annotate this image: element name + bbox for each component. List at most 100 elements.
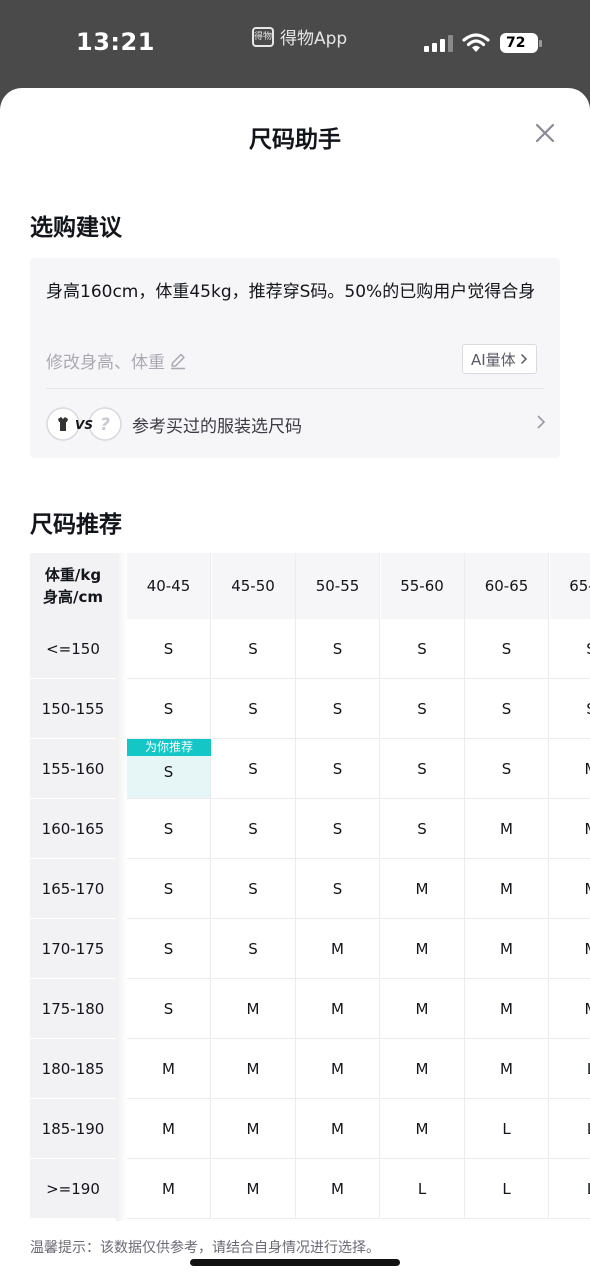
- size-value: M: [162, 1119, 175, 1138]
- size-cell[interactable]: M: [211, 1099, 296, 1159]
- size-cell[interactable]: M: [296, 919, 380, 979]
- size-cell[interactable]: S: [380, 799, 465, 859]
- size-cell[interactable]: M: [380, 979, 465, 1039]
- size-cell[interactable]: S: [211, 679, 296, 739]
- size-cell[interactable]: M: [296, 979, 380, 1039]
- size-cell[interactable]: M: [465, 799, 549, 859]
- size-value: M: [331, 1179, 344, 1198]
- size-cell[interactable]: S: [127, 679, 211, 739]
- size-value: L: [502, 1119, 511, 1138]
- size-cell[interactable]: S: [127, 619, 211, 679]
- size-cell[interactable]: M: [380, 1099, 465, 1159]
- height-row-header: 180-185: [30, 1039, 116, 1099]
- size-cell[interactable]: M: [296, 1039, 380, 1099]
- size-cell[interactable]: L: [465, 1099, 549, 1159]
- app-name: 得物App: [280, 29, 348, 49]
- size-value: S: [332, 819, 343, 838]
- height-axis-label: 身高/cm: [42, 588, 103, 606]
- size-cell[interactable]: L: [549, 1039, 590, 1099]
- status-bar: 13:21 得物 得物App 72: [0, 0, 590, 88]
- size-value: M: [585, 760, 590, 778]
- size-cell[interactable]: M: [211, 1039, 296, 1099]
- size-cell[interactable]: M: [465, 1039, 549, 1099]
- size-cell[interactable]: S: [211, 859, 296, 919]
- size-cell[interactable]: M: [465, 979, 549, 1039]
- size-value: S: [417, 819, 427, 838]
- size-cell[interactable]: M: [549, 859, 590, 919]
- size-cell[interactable]: S: [380, 739, 465, 799]
- weight-column-header: 45-50: [211, 553, 296, 619]
- size-cell[interactable]: M: [549, 739, 590, 799]
- size-value: S: [417, 699, 427, 718]
- size-value: M: [246, 1059, 260, 1078]
- size-cell[interactable]: L: [380, 1159, 465, 1219]
- size-cell[interactable]: M: [296, 1159, 380, 1219]
- size-cell[interactable]: S: [296, 859, 380, 919]
- size-cell[interactable]: M: [296, 1099, 380, 1159]
- size-value: M: [246, 999, 260, 1018]
- close-icon[interactable]: [530, 118, 560, 148]
- size-cell[interactable]: L: [549, 1099, 590, 1159]
- ai-measure-button[interactable]: AI量体: [462, 344, 537, 374]
- compare-garment-row[interactable]: ? VS 参考买过的服装选尺码: [46, 404, 546, 444]
- size-cell[interactable]: S: [465, 679, 549, 739]
- size-cell[interactable]: M: [380, 1039, 465, 1099]
- size-cell[interactable]: M: [127, 1159, 211, 1219]
- size-cell[interactable]: S: [296, 739, 380, 799]
- size-cell[interactable]: M: [211, 979, 296, 1039]
- cellular-signal-icon: [424, 35, 453, 52]
- size-cell[interactable]: S: [127, 919, 211, 979]
- size-cell[interactable]: S: [127, 799, 211, 859]
- size-cell[interactable]: M: [211, 1159, 296, 1219]
- size-value: S: [163, 819, 174, 838]
- size-cell[interactable]: S: [465, 739, 549, 799]
- advice-card: 身高160cm，体重45kg，推荐穿S码。50%的已购用户觉得合身 修改身高、体…: [30, 258, 560, 458]
- size-cell[interactable]: S: [380, 619, 465, 679]
- size-cell[interactable]: M: [549, 979, 590, 1039]
- size-cell[interactable]: M: [380, 859, 465, 919]
- size-recommendation-table[interactable]: 体重/kg 身高/cm 40-4545-5050-5555-6060-6565-…: [30, 553, 590, 1221]
- size-cell[interactable]: M: [549, 919, 590, 979]
- size-cell[interactable]: S: [296, 679, 380, 739]
- height-row-header: 155-160: [30, 739, 116, 799]
- size-value: S: [332, 639, 343, 658]
- size-cell[interactable]: S: [211, 919, 296, 979]
- size-value: S: [163, 639, 174, 658]
- size-cell[interactable]: S: [127, 859, 211, 919]
- chevron-right-icon: [537, 415, 546, 429]
- height-row-header: <=150: [30, 619, 116, 679]
- size-value: S: [501, 639, 512, 658]
- size-value: L: [502, 1179, 511, 1198]
- size-value: M: [500, 1059, 513, 1078]
- size-cell[interactable]: S: [549, 619, 590, 679]
- size-value: M: [415, 999, 429, 1018]
- recommended-size-cell[interactable]: 为你推荐 S: [127, 739, 211, 799]
- size-assistant-sheet: 尺码助手 选购建议 身高160cm，体重45kg，推荐穿S码。50%的已购用户觉…: [0, 88, 590, 1280]
- size-cell[interactable]: M: [127, 1039, 211, 1099]
- size-cell[interactable]: M: [127, 1099, 211, 1159]
- size-cell[interactable]: S: [127, 979, 211, 1039]
- size-cell[interactable]: S: [296, 799, 380, 859]
- size-cell[interactable]: S: [211, 619, 296, 679]
- size-cell[interactable]: M: [465, 859, 549, 919]
- size-cell[interactable]: L: [465, 1159, 549, 1219]
- size-value: S: [586, 700, 590, 718]
- size-cell[interactable]: S: [211, 799, 296, 859]
- size-cell[interactable]: S: [380, 679, 465, 739]
- size-cell[interactable]: L: [549, 1159, 590, 1219]
- size-value: M: [331, 1059, 344, 1078]
- size-cell[interactable]: M: [465, 919, 549, 979]
- size-cell[interactable]: S: [465, 619, 549, 679]
- edit-body-info-link[interactable]: 修改身高、体重: [46, 348, 187, 373]
- size-cell[interactable]: M: [549, 799, 590, 859]
- size-cell[interactable]: S: [549, 679, 590, 739]
- sticky-column-shadow: [116, 553, 127, 1221]
- size-value: M: [415, 879, 429, 898]
- size-cell[interactable]: S: [296, 619, 380, 679]
- size-value: S: [417, 759, 427, 778]
- size-cell[interactable]: M: [380, 919, 465, 979]
- size-value: S: [163, 879, 174, 898]
- size-value: S: [163, 999, 174, 1018]
- garment-vs-icon: ? VS: [46, 407, 122, 441]
- size-cell[interactable]: S: [211, 739, 296, 799]
